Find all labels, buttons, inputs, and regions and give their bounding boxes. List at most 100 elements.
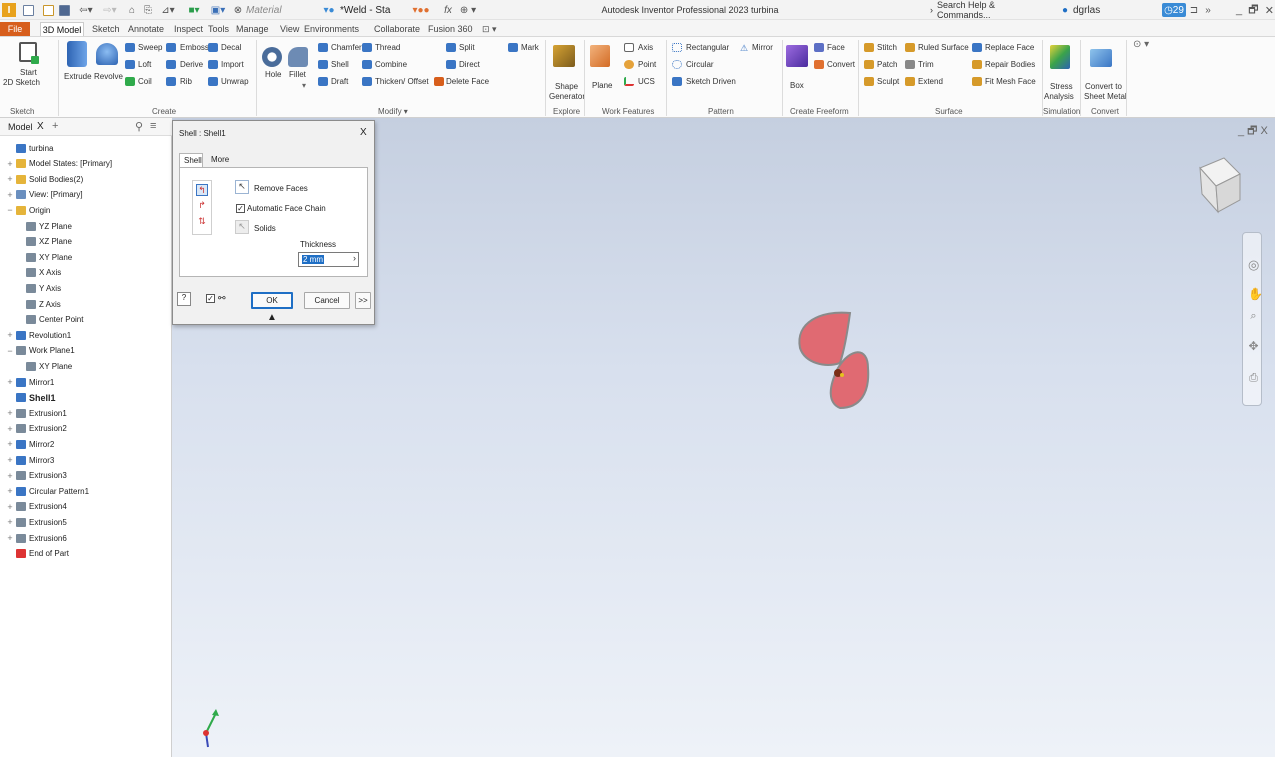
appearance-tools-icon[interactable]: ▾●● [404, 3, 438, 17]
coil-label[interactable]: Coil [138, 77, 152, 86]
mirror-label[interactable]: Mirror [752, 43, 773, 52]
emboss-label[interactable]: Emboss [180, 43, 209, 52]
fillet-label[interactable]: Fillet [289, 70, 306, 79]
thickness-value[interactable]: 2 mm [302, 255, 324, 264]
loft-icon[interactable] [125, 60, 135, 69]
remove-faces-select-icon[interactable]: ↖ [235, 180, 249, 194]
draft-icon[interactable] [318, 77, 328, 86]
shell-outside-icon[interactable]: ↱ [196, 200, 208, 212]
convert-to-sheet-metal-icon[interactable] [1090, 49, 1112, 67]
revolve-label[interactable]: Revolve [94, 72, 123, 81]
browser-add-icon[interactable]: + [52, 120, 58, 132]
circular-label[interactable]: Circular [686, 60, 714, 69]
expand-toggle-icon[interactable]: − [6, 205, 14, 215]
browser-node[interactable]: + Extrusion5 [6, 515, 66, 529]
browser-node[interactable]: + Model States: [Primary] [6, 157, 112, 171]
shell-inside-icon[interactable]: ↰ [196, 184, 208, 196]
trim-label[interactable]: Trim [918, 60, 934, 69]
mirror-icon[interactable]: ⚠ [740, 43, 750, 53]
user-icon[interactable]: ● [1060, 3, 1070, 17]
face-icon[interactable] [814, 43, 824, 52]
tab-environments[interactable]: Environments [304, 22, 359, 36]
browser-node[interactable]: + Circular Pattern1 [6, 484, 89, 498]
combine-label[interactable]: Combine [375, 60, 407, 69]
thread-icon[interactable] [362, 43, 372, 52]
generator-label[interactable]: Generator [549, 92, 585, 101]
unwrap-label[interactable]: Unwrap [221, 77, 249, 86]
loft-label[interactable]: Loft [138, 60, 151, 69]
material-selector[interactable]: Material [246, 3, 292, 17]
start-sketch-icon[interactable] [19, 42, 39, 64]
replace-face-label[interactable]: Replace Face [985, 43, 1034, 52]
material-icon[interactable]: ⊗ [232, 3, 244, 17]
delete-face-label[interactable]: Delete Face [446, 77, 489, 86]
expand-toggle-icon[interactable]: + [6, 330, 14, 340]
axis-icon[interactable] [624, 43, 634, 52]
ribbon-options-icon[interactable]: ⊙ ▾ [1133, 39, 1149, 50]
project-icon[interactable]: ⎘ [142, 3, 154, 17]
automatic-face-chain-checkbox[interactable]: ✓ [236, 204, 245, 213]
tab-shell[interactable]: Shell [179, 153, 203, 168]
shell-icon[interactable] [318, 60, 328, 69]
overflow-icon[interactable]: » [1201, 3, 1215, 17]
pan-icon[interactable]: ✋ [1248, 288, 1263, 300]
user-name[interactable]: dgrlas [1073, 3, 1113, 17]
search-help-field[interactable]: › Search Help & Commands... [930, 0, 1050, 20]
rib-label[interactable]: Rib [180, 77, 192, 86]
dialog-grip-icon[interactable]: ▲ [267, 312, 277, 323]
turbine-part[interactable] [790, 308, 890, 418]
rectangular-pattern-icon[interactable] [672, 43, 682, 52]
browser-node[interactable]: Shell1 [6, 391, 56, 405]
import-icon[interactable] [208, 60, 218, 69]
convert-label[interactable]: Convert [827, 60, 855, 69]
tab-3d-model[interactable]: 3D Model [40, 22, 84, 36]
expand-toggle-icon[interactable]: + [6, 159, 14, 169]
tab-more[interactable]: More [211, 155, 229, 164]
revolve-icon[interactable] [96, 43, 118, 65]
split-icon[interactable] [446, 43, 456, 52]
tab-inspect[interactable]: Inspect [174, 22, 203, 36]
stress-analysis-icon[interactable] [1050, 45, 1070, 69]
tab-annotate[interactable]: Annotate [128, 22, 164, 36]
save-icon[interactable] [58, 3, 70, 17]
restore-icon[interactable]: 🗗 [1248, 1, 1258, 20]
chamfer-icon[interactable] [318, 43, 328, 52]
plane-label[interactable]: Plane [592, 81, 612, 90]
unwrap-icon[interactable] [208, 77, 218, 86]
browser-node[interactable]: − Work Plane1 [6, 344, 74, 358]
coil-icon[interactable] [125, 77, 135, 86]
browser-node[interactable]: Y Axis [16, 281, 61, 295]
orbit-icon[interactable]: ✥ [1248, 340, 1259, 352]
parameters-icon[interactable]: fx [441, 3, 455, 17]
browser-node[interactable]: X Axis [16, 266, 61, 280]
browser-search-icon[interactable]: ⚲ [135, 120, 143, 133]
sheet-metal-label[interactable]: Sheet Metal [1084, 92, 1127, 101]
sweep-icon[interactable] [125, 43, 135, 52]
help-button[interactable]: ? [177, 292, 191, 306]
browser-node[interactable]: + Extrusion1 [6, 406, 66, 420]
stress-label[interactable]: Stress [1050, 82, 1073, 91]
browser-node[interactable]: + Extrusion2 [6, 422, 66, 436]
stitch-label[interactable]: Stitch [877, 43, 897, 52]
decal-icon[interactable] [208, 43, 218, 52]
browser-node[interactable]: Center Point [16, 313, 83, 327]
fillet-icon[interactable] [288, 47, 308, 67]
open-file-icon[interactable] [42, 3, 54, 17]
browser-node[interactable]: + Extrusion3 [6, 469, 66, 483]
trial-clock-badge[interactable]: ◷ 29 [1162, 3, 1186, 17]
chamfer-label[interactable]: Chamfer [331, 43, 362, 52]
customize-qat-icon[interactable]: ⊕ ▾ [458, 3, 478, 17]
rectangular-label[interactable]: Rectangular [686, 43, 729, 52]
tab-collaborate[interactable]: Collaborate [374, 22, 420, 36]
repair-bodies-label[interactable]: Repair Bodies [985, 60, 1035, 69]
expand-toggle-icon[interactable]: + [6, 517, 14, 527]
window-controls[interactable]: _ 🗗 ✕ [1236, 3, 1274, 17]
extend-icon[interactable] [905, 77, 915, 86]
sculpt-label[interactable]: Sculpt [877, 77, 899, 86]
tab-file[interactable]: File [0, 22, 30, 36]
extrude-label[interactable]: Extrude [64, 72, 92, 81]
browser-node[interactable]: + Extrusion4 [6, 500, 66, 514]
shape-generator-icon[interactable] [553, 45, 575, 67]
sculpt-icon[interactable] [864, 77, 874, 86]
box-label[interactable]: Box [790, 81, 804, 90]
